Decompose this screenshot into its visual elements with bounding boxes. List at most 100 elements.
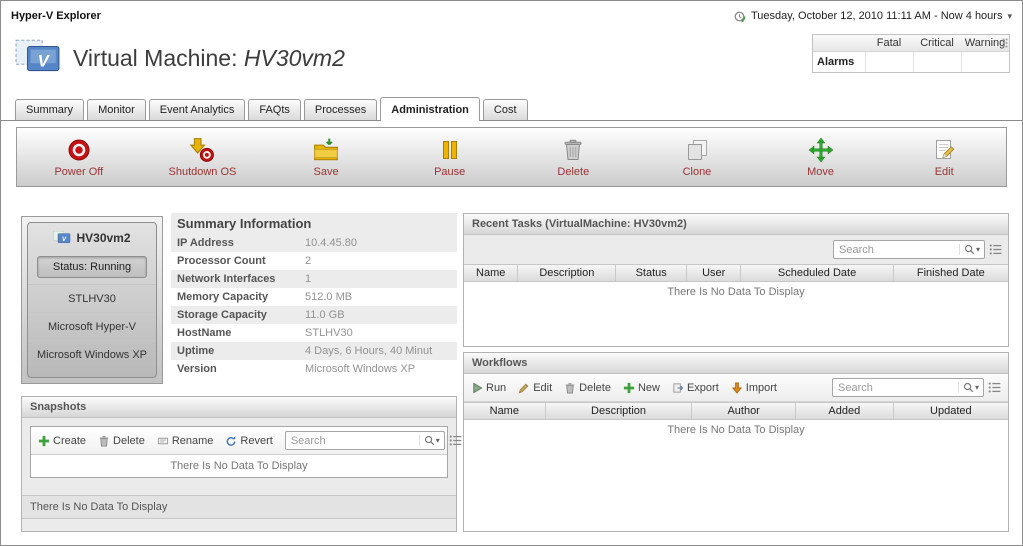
button-label: Delete	[579, 382, 611, 394]
table-customizer-icon[interactable]	[988, 381, 1001, 394]
delete-button[interactable]: Delete	[564, 382, 611, 394]
power-off-icon	[67, 136, 91, 164]
snapshots-panel: Snapshots Create Delete Rename Revert	[21, 396, 457, 532]
rename-button[interactable]: Rename	[157, 435, 214, 447]
workflows-search-wrap: ▾	[832, 378, 1001, 397]
recent-tasks-title: Recent Tasks (VirtualMachine: HV30vm2)	[464, 214, 1008, 235]
edit-icon	[932, 136, 956, 164]
delete-button[interactable]: Delete	[98, 435, 145, 447]
edit-button[interactable]: Edit	[518, 382, 552, 394]
recent-tasks-table-header: Name Description Status User Scheduled D…	[464, 264, 1008, 282]
alarms-options-icon[interactable]	[1002, 38, 1008, 48]
create-icon	[38, 435, 50, 447]
summary-row-label: Uptime	[177, 345, 305, 357]
tab-summary[interactable]: Summary	[15, 99, 84, 120]
alarms-fatal-count[interactable]	[865, 52, 913, 72]
import-button[interactable]: Import	[731, 382, 777, 394]
summary-row: IP Address10.4.45.80	[171, 234, 457, 252]
tab-faqts[interactable]: FAQts	[248, 99, 301, 120]
recent-tasks-panel: Recent Tasks (VirtualMachine: HV30vm2) ▾…	[463, 213, 1009, 347]
alarms-column-warning: Warning	[961, 35, 1009, 51]
edit-button[interactable]: Edit	[896, 136, 992, 178]
new-button[interactable]: New	[623, 382, 660, 394]
alarms-warning-count[interactable]	[961, 52, 1009, 72]
action-label: Power Off	[54, 166, 103, 178]
summary-row-value: 11.0 GB	[305, 309, 451, 321]
snapshots-search: ▾	[285, 431, 445, 450]
column-header-name[interactable]: Name	[464, 265, 518, 281]
summary-row-label: Storage Capacity	[177, 309, 305, 321]
column-header-scheduled-date[interactable]: Scheduled Date	[741, 265, 893, 281]
search-icon	[424, 435, 435, 446]
action-label: Shutdown OS	[169, 166, 237, 178]
delete-button[interactable]: Delete	[525, 136, 621, 178]
workflows-body	[464, 440, 1008, 531]
summary-rows: IP Address10.4.45.80 Processor Count2 Ne…	[171, 234, 457, 378]
edit-small-icon	[518, 382, 530, 394]
search-input[interactable]	[286, 435, 419, 447]
power-off-button[interactable]: Power Off	[31, 136, 127, 178]
column-header-status[interactable]: Status	[616, 265, 687, 281]
delete-small-icon	[98, 435, 110, 447]
summary-row-label: IP Address	[177, 237, 305, 249]
tab-administration[interactable]: Administration	[380, 97, 480, 121]
create-button[interactable]: Create	[38, 435, 86, 447]
rename-icon	[157, 435, 169, 447]
search-input[interactable]	[834, 244, 959, 256]
table-customizer-icon[interactable]	[449, 434, 462, 447]
recent-tasks-search: ▾	[833, 240, 985, 259]
table-customizer-icon[interactable]	[989, 243, 1002, 256]
search-options[interactable]: ▾	[419, 435, 444, 446]
column-header-finished-date[interactable]: Finished Date	[894, 265, 1008, 281]
save-icon	[313, 136, 339, 164]
tab-cost[interactable]: Cost	[483, 99, 528, 120]
summary-row-value: 4 Days, 6 Hours, 40 Minut	[305, 345, 451, 357]
tab-event-analytics[interactable]: Event Analytics	[149, 99, 246, 120]
tab-processes[interactable]: Processes	[304, 99, 377, 120]
summary-row-value: 2	[305, 255, 451, 267]
shutdown-os-button[interactable]: Shutdown OS	[154, 136, 250, 178]
search-dropdown-icon: ▾	[975, 383, 979, 392]
revert-button[interactable]: Revert	[225, 435, 272, 447]
search-input[interactable]	[833, 382, 958, 394]
summary-row-value: STLHV30	[305, 327, 451, 339]
column-header-added[interactable]: Added	[796, 403, 894, 419]
vm-card-name-label: HV30vm2	[76, 231, 130, 245]
summary-row-value: 512.0 MB	[305, 291, 451, 303]
column-header-description[interactable]: Description	[518, 265, 616, 281]
snapshots-empty-message: There Is No Data To Display	[31, 455, 447, 477]
column-header-author[interactable]: Author	[692, 403, 795, 419]
snapshots-title: Snapshots	[22, 397, 456, 418]
save-button[interactable]: Save	[278, 136, 374, 178]
column-header-user[interactable]: User	[687, 265, 741, 281]
column-header-description[interactable]: Description	[546, 403, 693, 419]
summary-title: Summary Information	[171, 213, 457, 234]
summary-row: HostNameSTLHV30	[171, 324, 457, 342]
action-label: Edit	[935, 166, 954, 178]
export-button[interactable]: Export	[672, 382, 719, 394]
clone-button[interactable]: Clone	[649, 136, 745, 178]
pause-button[interactable]: Pause	[402, 136, 498, 178]
tab-monitor[interactable]: Monitor	[87, 99, 146, 120]
summary-row-label: HostName	[177, 327, 305, 339]
run-button[interactable]: Run	[471, 382, 506, 394]
import-icon	[731, 382, 743, 394]
summary-row-label: Memory Capacity	[177, 291, 305, 303]
delete-small-icon	[564, 382, 576, 394]
time-range-dropdown-icon[interactable]: ▾	[1007, 11, 1012, 22]
time-range-control[interactable]: Tuesday, October 12, 2010 11:11 AM - Now…	[733, 10, 1012, 23]
column-header-name[interactable]: Name	[464, 403, 546, 419]
alarms-critical-count[interactable]	[913, 52, 961, 72]
new-icon	[623, 382, 635, 394]
revert-icon	[225, 435, 237, 447]
summary-row: VersionMicrosoft Windows XP	[171, 360, 457, 378]
time-range-label: Tuesday, October 12, 2010 11:11 AM - Now…	[751, 10, 1003, 22]
column-header-updated[interactable]: Updated	[894, 403, 1008, 419]
move-button[interactable]: Move	[773, 136, 869, 178]
action-label: Clone	[683, 166, 712, 178]
vm-status-badge: Status: Running	[37, 256, 147, 278]
snapshots-list-box: Create Delete Rename Revert	[30, 426, 448, 478]
search-options[interactable]: ▾	[959, 244, 984, 255]
search-options[interactable]: ▾	[958, 382, 983, 393]
workflows-panel: Workflows Run Edit Delete New Export	[463, 352, 1009, 532]
